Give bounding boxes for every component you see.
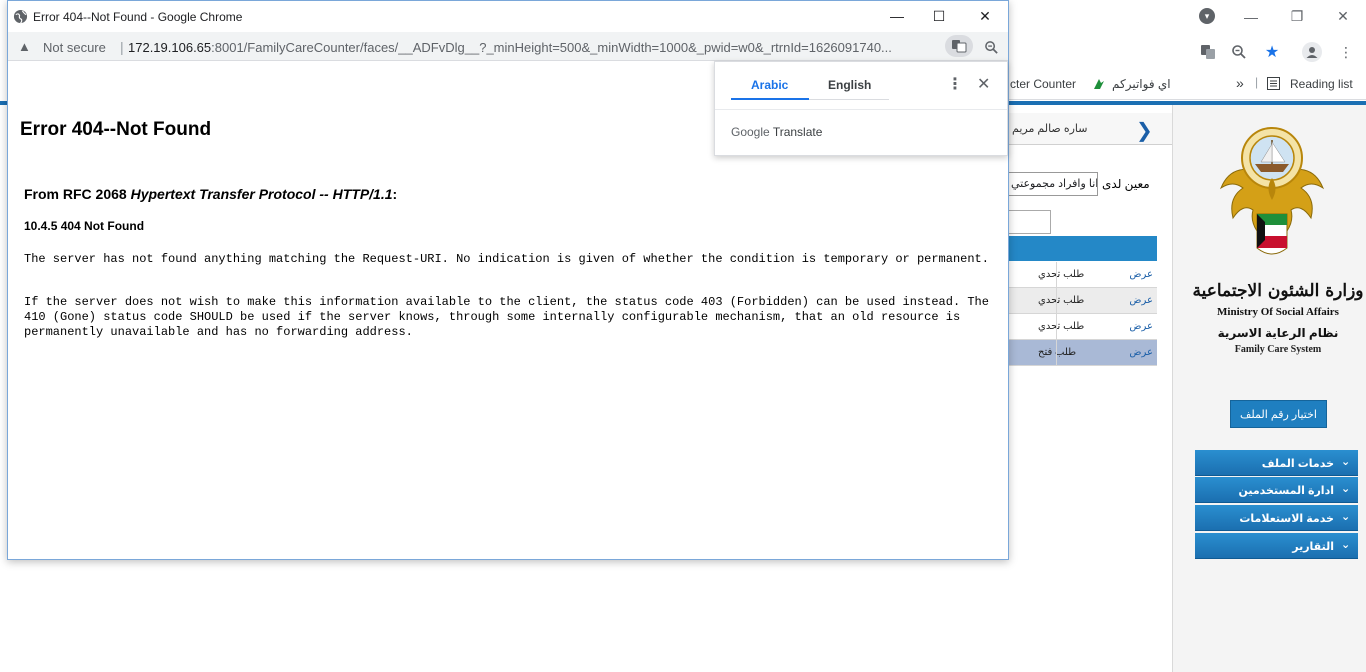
table-row: طلب تحدي عرض <box>1008 314 1157 340</box>
popup-minimize-button[interactable]: — <box>877 5 917 27</box>
zoom-icon[interactable] <box>981 37 1001 57</box>
translate-page-icon[interactable] <box>945 35 973 57</box>
popup-close-button[interactable]: ✕ <box>965 5 1005 27</box>
sidebar-item-label: خدمة الاستعلامات <box>1239 513 1334 525</box>
requests-table-header <box>1008 236 1157 261</box>
bookmarks-divider: | <box>1255 75 1259 89</box>
ministry-name-english: Ministry Of Social Affairs <box>1217 306 1339 318</box>
popup-window-title: Error 404--Not Found - Google Chrome <box>33 10 243 24</box>
row-request-text: طلب تحدي <box>1038 321 1085 332</box>
translate-active-tab-indicator <box>731 98 809 100</box>
table-row: طلب تحدي عرض <box>1008 262 1157 288</box>
brand-translate: Translate <box>772 125 823 139</box>
sidebar-item-label: التقارير <box>1292 541 1334 553</box>
background-close-button[interactable]: ✕ <box>1320 8 1366 25</box>
browser-menu-icon[interactable]: ⋮ <box>1336 42 1356 62</box>
bookmark-fawateer-icon <box>1092 77 1106 94</box>
url-path: :8001/FamilyCareCounter/faces/__ADFvDlg_… <box>211 40 892 55</box>
sidebar-item-label: خدمات الملف <box>1261 458 1334 470</box>
cell-separator <box>1056 340 1057 366</box>
translate-tab-english[interactable]: English <box>828 78 871 92</box>
warning-icon[interactable]: ▲ <box>18 39 31 54</box>
status-heading: 10.4.5 404 Not Found <box>24 219 145 233</box>
rfc-heading: From RFC 2068 Hypertext Transfer Protoco… <box>24 186 397 202</box>
close-icon[interactable]: ✕ <box>977 74 990 94</box>
row-view-link[interactable]: عرض <box>1129 269 1153 280</box>
url-host: 172.19.106.65 <box>128 40 212 55</box>
cell-separator <box>1056 262 1057 288</box>
google-translate-brand: Google Translate <box>731 125 822 139</box>
globe-icon <box>13 9 28 24</box>
rfc-prefix: From RFC 2068 <box>24 186 131 202</box>
chevron-down-icon: ⌄ <box>1341 511 1351 523</box>
rfc-title: Hypertext Transfer Protocol -- HTTP/1.1 <box>130 186 393 202</box>
row-request-text: طلب تحدي <box>1038 269 1085 280</box>
sidebar-item-label: ادارة المستخدمين <box>1238 485 1334 497</box>
rfc-suffix: : <box>392 186 398 202</box>
url-text[interactable]: 172.19.106.65:8001/FamilyCareCounter/fac… <box>128 40 938 55</box>
cell-separator <box>1056 288 1057 314</box>
sidebar-item-reports[interactable]: ⌄ التقارير <box>1195 533 1358 559</box>
sidebar-item-user-management[interactable]: ⌄ ادارة المستخدمين <box>1195 477 1358 503</box>
cell-separator <box>1056 314 1057 340</box>
popup-maximize-button[interactable]: ☐ <box>919 5 959 27</box>
translate-tab-arabic[interactable]: Arabic <box>751 78 788 92</box>
bookmark-counter[interactable]: cter Counter <box>1010 77 1076 91</box>
assigned-filter-select[interactable]: انا وافراد مجموعتي <box>1008 172 1098 196</box>
bookmark-star-icon[interactable]: ★ <box>1262 42 1282 62</box>
profile-avatar-icon[interactable] <box>1302 42 1322 62</box>
chevron-down-icon: ⌄ <box>1341 456 1351 468</box>
chevron-down-icon: ⌄ <box>1341 483 1351 495</box>
sidebar-item-file-services[interactable]: ⌄ خدمات الملف <box>1195 450 1358 476</box>
google-translate-bubble: Arabic English ⋮ ✕ Google Translate <box>714 61 1008 156</box>
sidebar-item-inquiry-service[interactable]: ⌄ خدمة الاستعلامات <box>1195 505 1358 531</box>
not-secure-label[interactable]: Not secure <box>43 40 106 55</box>
zoom-icon[interactable] <box>1229 42 1249 62</box>
row-request-text: طلب تحدي <box>1038 295 1085 306</box>
background-window-controls: — ❐ ✕ <box>1228 0 1366 33</box>
table-search-input[interactable] <box>1008 210 1051 234</box>
brand-google: Google <box>731 125 770 139</box>
chevron-down-icon: ⌄ <box>1341 539 1351 551</box>
popup-titlebar[interactable]: Error 404--Not Found - Google Chrome — ☐… <box>8 1 1008 32</box>
table-row-selected: طلب فتح عرض <box>1008 340 1157 366</box>
translate-icon[interactable] <box>1198 42 1218 62</box>
row-view-link[interactable]: عرض <box>1129 347 1153 358</box>
address-separator: | <box>120 39 124 55</box>
translate-divider <box>715 109 1007 110</box>
chevron-right-icon[interactable]: ❯ <box>1136 118 1153 143</box>
error-paragraph-1: The server has not found anything matchi… <box>24 252 989 266</box>
popup-address-bar[interactable]: ▲ Not secure | 172.19.106.65:8001/Family… <box>8 32 1008 61</box>
reading-list-icon[interactable] <box>1267 77 1280 93</box>
background-minimize-button[interactable]: — <box>1228 9 1274 25</box>
system-name-english: Family Care System <box>1234 344 1322 355</box>
kuwait-emblem-icon <box>1219 127 1325 255</box>
reading-list-label[interactable]: Reading list <box>1290 77 1353 91</box>
profile-dropdown-icon[interactable]: ▾ <box>1199 8 1215 24</box>
table-row: طلب تحدي عرض <box>1008 288 1157 314</box>
bookmarks-overflow-icon[interactable]: » <box>1236 75 1244 91</box>
row-view-link[interactable]: عرض <box>1129 295 1153 306</box>
bookmark-fawateer[interactable]: اي فواتيركم <box>1112 77 1171 91</box>
row-view-link[interactable]: عرض <box>1129 321 1153 332</box>
error-popup-window: Error 404--Not Found - Google Chrome — ☐… <box>7 0 1009 560</box>
error-heading: Error 404--Not Found <box>20 119 212 140</box>
select-file-button[interactable]: اختيار رقم الملف <box>1230 400 1327 428</box>
ministry-name-arabic: وزارة الشئون الاجتماعية <box>1192 281 1364 301</box>
error-paragraph-2: If the server does not wish to make this… <box>24 295 989 339</box>
row-request-text: طلب فتح <box>1038 347 1077 358</box>
system-name-arabic: نظام الرعاية الاسرية <box>1217 326 1339 340</box>
more-options-icon[interactable]: ⋮ <box>947 74 963 94</box>
background-restore-button[interactable]: ❐ <box>1274 8 1320 25</box>
filter-label: معين لدى <box>1102 177 1150 191</box>
breadcrumb-user-name: ساره صالم مريم <box>1012 123 1088 135</box>
